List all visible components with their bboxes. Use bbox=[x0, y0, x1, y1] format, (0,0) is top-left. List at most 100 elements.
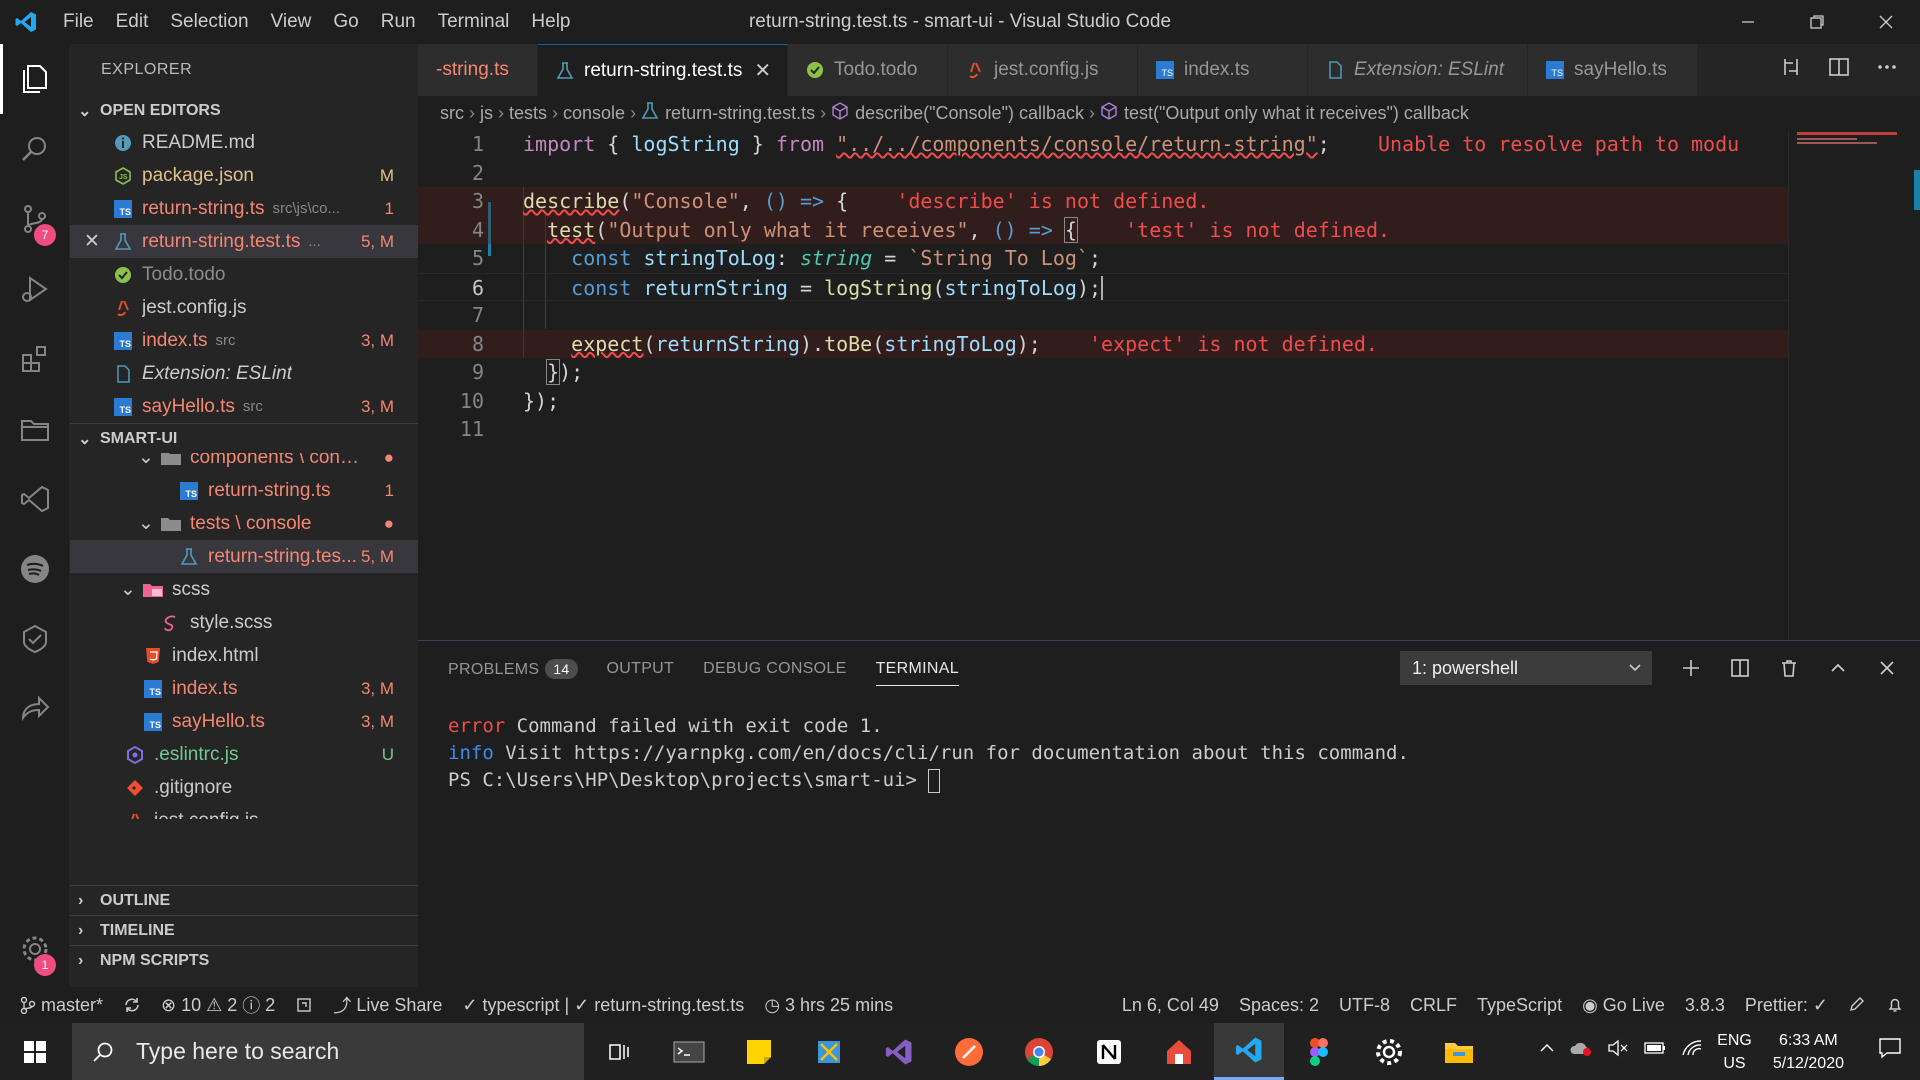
editor-tab[interactable]: TS sayHello.ts bbox=[1528, 44, 1698, 96]
open-editor-item[interactable]: JS package.json M bbox=[70, 159, 418, 192]
open-editor-item[interactable]: ✕ return-string.test.ts... 5, M bbox=[70, 225, 418, 258]
live-share-icon[interactable] bbox=[0, 464, 70, 534]
time-tracker[interactable]: ◷ 3 hrs 25 mins bbox=[754, 995, 903, 1016]
open-editor-item[interactable]: jest.config.js bbox=[70, 291, 418, 324]
menu-terminal[interactable]: Terminal bbox=[427, 11, 521, 33]
new-terminal-icon[interactable] bbox=[1666, 651, 1715, 685]
debug-console-tab[interactable]: DEBUG CONSOLE bbox=[703, 660, 847, 678]
open-editor-item[interactable]: Todo.todo bbox=[70, 258, 418, 291]
breadcrumb-item[interactable]: src bbox=[440, 103, 464, 124]
snip-tool-icon[interactable] bbox=[794, 1023, 864, 1080]
editor-tab[interactable]: Extension: ESLint bbox=[1308, 44, 1528, 96]
search-icon[interactable] bbox=[0, 114, 70, 184]
minimize-button[interactable] bbox=[1713, 0, 1782, 44]
open-editor-item[interactable]: TS sayHello.ts src 3, M bbox=[70, 390, 418, 423]
open-editor-item[interactable]: TS index.ts src 3, M bbox=[70, 324, 418, 357]
vscode-taskbar-icon[interactable] bbox=[1214, 1023, 1284, 1080]
task-view-icon[interactable] bbox=[584, 1023, 654, 1080]
split-terminal-icon[interactable] bbox=[1715, 651, 1764, 685]
spotify-icon[interactable] bbox=[0, 534, 70, 604]
editor-tab[interactable]: jest.config.js bbox=[948, 44, 1138, 96]
chevron-up-icon[interactable] bbox=[1532, 1040, 1562, 1063]
trash-icon[interactable] bbox=[1764, 651, 1813, 685]
extensions-icon[interactable] bbox=[0, 324, 70, 394]
breadcrumb-item[interactable]: test("Output only what it receives") cal… bbox=[1124, 103, 1469, 124]
menu-help[interactable]: Help bbox=[520, 11, 581, 33]
windows-start-icon[interactable] bbox=[0, 1023, 70, 1080]
terminal-output[interactable]: error Command failed with exit code 1. in… bbox=[448, 713, 1409, 794]
menu-run[interactable]: Run bbox=[370, 11, 427, 33]
line-endings[interactable]: CRLF bbox=[1400, 995, 1467, 1016]
editor-tab[interactable]: return-string.test.ts ✕ bbox=[538, 44, 788, 96]
tree-item[interactable]: ⌄ tests \ console ● bbox=[70, 507, 418, 540]
settings-gear-icon[interactable] bbox=[1354, 1023, 1424, 1080]
tree-item[interactable]: .eslintrc.js U bbox=[70, 738, 418, 771]
split-editor-icon[interactable] bbox=[1828, 56, 1850, 84]
visual-studio-icon[interactable] bbox=[864, 1023, 934, 1080]
typescript-status[interactable]: ✓ typescript | ✓ return-string.test.ts bbox=[452, 995, 754, 1016]
editor-tab[interactable]: -string.ts bbox=[418, 44, 538, 96]
npm-scripts-section-header[interactable]: › NPM SCRIPTS bbox=[70, 945, 418, 975]
figma-icon[interactable] bbox=[1284, 1023, 1354, 1080]
go-live-button[interactable]: ◉ Go Live bbox=[1572, 995, 1675, 1016]
menu-go[interactable]: Go bbox=[322, 11, 369, 33]
project-section-header[interactable]: ⌄ SMART-UI bbox=[70, 423, 418, 453]
breadcrumb-item[interactable]: return-string.test.ts bbox=[665, 103, 815, 124]
open-editor-item[interactable]: TS return-string.ts src\js\co... 1 bbox=[70, 192, 418, 225]
tree-item[interactable]: index.html bbox=[70, 639, 418, 672]
tree-item[interactable]: style.scss bbox=[70, 606, 418, 639]
notion-icon[interactable] bbox=[1074, 1023, 1144, 1080]
tree-item[interactable]: .gitignore bbox=[70, 771, 418, 804]
menu-edit[interactable]: Edit bbox=[105, 11, 160, 33]
feedback-icon[interactable] bbox=[1838, 995, 1876, 1016]
breadcrumb-item[interactable]: console bbox=[563, 103, 625, 124]
indentation[interactable]: Spaces: 2 bbox=[1229, 995, 1329, 1016]
output-tab[interactable]: OUTPUT bbox=[607, 660, 675, 678]
compare-changes-icon[interactable] bbox=[1780, 56, 1802, 84]
battery-icon[interactable] bbox=[1636, 1040, 1674, 1063]
file-explorer-icon[interactable] bbox=[1424, 1023, 1494, 1080]
open-editor-item[interactable]: Extension: ESLint bbox=[70, 357, 418, 390]
tree-item[interactable]: ⌄ scss bbox=[70, 573, 418, 606]
problems-indicator[interactable]: ⊗ 10 ⚠ 2 ⓘ 2 bbox=[151, 992, 285, 1018]
cursor-position[interactable]: Ln 6, Col 49 bbox=[1112, 995, 1229, 1016]
open-editors-section-header[interactable]: ⌄ OPEN EDITORS bbox=[70, 96, 418, 126]
sync-icon[interactable] bbox=[113, 996, 151, 1014]
menu-selection[interactable]: Selection bbox=[159, 11, 259, 33]
postman-icon[interactable] bbox=[934, 1023, 1004, 1080]
notifications-bell-icon[interactable] bbox=[1876, 995, 1920, 1016]
close-panel-icon[interactable] bbox=[1862, 651, 1911, 685]
encoding[interactable]: UTF-8 bbox=[1329, 995, 1400, 1016]
close-icon[interactable]: ✕ bbox=[84, 230, 100, 253]
onedrive-icon[interactable] bbox=[1562, 1039, 1600, 1064]
clock[interactable]: 6:33 AM 5/12/2020 bbox=[1759, 1029, 1858, 1075]
more-actions-icon[interactable] bbox=[1876, 56, 1898, 84]
terminal-tab[interactable]: TERMINAL bbox=[875, 660, 959, 686]
tree-item[interactable]: jest.config.js bbox=[70, 804, 418, 819]
manage-gear-icon[interactable]: 1 bbox=[0, 914, 70, 984]
chrome-icon[interactable] bbox=[1004, 1023, 1074, 1080]
language-mode[interactable]: TypeScript bbox=[1467, 995, 1572, 1016]
outline-section-header[interactable]: › OUTLINE bbox=[70, 885, 418, 915]
ts-version[interactable]: 3.8.3 bbox=[1675, 995, 1735, 1016]
editor-tab[interactable]: TS index.ts bbox=[1138, 44, 1308, 96]
remote-icon[interactable] bbox=[285, 996, 323, 1014]
terminal-select[interactable]: 1: powershell bbox=[1400, 651, 1652, 685]
editor-tab[interactable]: Todo.todo bbox=[788, 44, 948, 96]
branch-indicator[interactable]: master* bbox=[0, 995, 113, 1016]
restore-button[interactable] bbox=[1782, 0, 1851, 44]
source-control-icon[interactable]: 7 bbox=[0, 184, 70, 254]
testing-icon[interactable] bbox=[0, 604, 70, 674]
minimap[interactable] bbox=[1788, 130, 1920, 640]
timeline-section-header[interactable]: › TIMELINE bbox=[70, 915, 418, 945]
live-share-status[interactable]: ⤴ Live Share bbox=[323, 992, 452, 1018]
open-editor-item[interactable]: README.md bbox=[70, 126, 418, 159]
explorer-icon[interactable] bbox=[0, 44, 70, 114]
remote-share-icon[interactable] bbox=[0, 674, 70, 744]
wifi-icon[interactable] bbox=[1674, 1039, 1710, 1064]
home-app-icon[interactable] bbox=[1144, 1023, 1214, 1080]
tree-item[interactable]: ⌄ components \ cons... ● bbox=[70, 453, 418, 474]
breadcrumb-item[interactable]: js bbox=[480, 103, 493, 124]
menu-view[interactable]: View bbox=[260, 11, 323, 33]
close-tab-icon[interactable]: ✕ bbox=[754, 58, 771, 83]
